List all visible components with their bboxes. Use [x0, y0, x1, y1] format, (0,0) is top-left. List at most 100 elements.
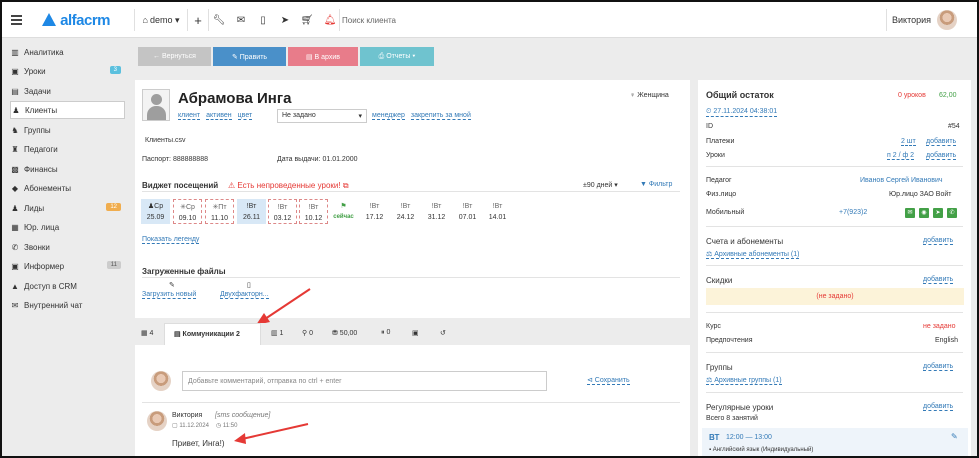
edit-button[interactable]: ✎ Править: [213, 47, 286, 66]
show-legend-link[interactable]: Показать легенду: [142, 236, 200, 244]
client-search-input[interactable]: Поиск клиента: [342, 2, 462, 38]
add-discount-link[interactable]: добавить: [923, 276, 954, 284]
sidebar-item-teachers[interactable]: ♜ Педагоги: [10, 140, 125, 158]
building-icon: ▦: [11, 222, 19, 232]
add-lesson-link[interactable]: добавить: [926, 152, 957, 160]
telegram-icon[interactable]: ➤: [276, 2, 294, 38]
bell-icon[interactable]: 🔔︎: [321, 2, 339, 38]
add-group-link[interactable]: добавить: [923, 363, 954, 371]
assign-to-me-link[interactable]: закрепить за мной: [410, 112, 471, 120]
add-account-link[interactable]: добавить: [923, 237, 954, 245]
attendance-day[interactable]: !Вт 03.12: [268, 199, 297, 224]
tab-lessons[interactable]: ▦ 4: [141, 329, 153, 337]
status-active-link[interactable]: активен: [206, 112, 232, 120]
mail-icon[interactable]: ✉: [232, 2, 250, 38]
attendance-day[interactable]: !Вт 17.12: [360, 199, 389, 224]
status-client-link[interactable]: клиент: [178, 112, 201, 120]
sidebar-item-clients[interactable]: ♟ Клиенты: [10, 101, 125, 119]
sidebar-item-groups[interactable]: ♞ Группы: [10, 121, 125, 139]
mobile-icon[interactable]: ▯: [254, 2, 272, 38]
tab-tasks[interactable]: ⚲ 0: [302, 329, 313, 337]
sidebar-item-tasks[interactable]: ▤ Задачи: [10, 82, 125, 100]
user-menu[interactable]: Виктория: [892, 2, 972, 38]
tab-history[interactable]: ↺: [440, 329, 446, 337]
attendance-day[interactable]: ♟Ср 25.09: [141, 199, 170, 224]
period-select[interactable]: ±90 дней ▾: [583, 181, 618, 189]
upload-file-link[interactable]: Загрузить новый: [142, 291, 197, 299]
attendance-day[interactable]: ✳Ср 09.10: [173, 199, 202, 224]
issue-date: Дата выдачи: 01.01.2000: [277, 156, 358, 163]
preferences-label: Предпочтения: [706, 337, 753, 344]
save-comment-link[interactable]: ⊲ Сохранить: [587, 376, 630, 385]
logo[interactable]: alfacrm: [40, 2, 110, 38]
regular-lesson-item[interactable]: ВТ 12:00 — 13:00 ✎ ▪ Английский язык (Ин…: [702, 428, 968, 456]
paperclip-icon: ✎: [169, 282, 175, 289]
payments-label: Платежи: [706, 138, 735, 145]
attendance-day[interactable]: !Вт 07.01: [453, 199, 482, 224]
tab-communications[interactable]: ▤ Коммуникации 2: [164, 323, 261, 346]
divider: [142, 402, 680, 403]
sidebar-item-calls[interactable]: ✆ Звонки: [10, 238, 125, 256]
tab-documents[interactable]: ▥ 1: [271, 329, 283, 337]
tab-payments[interactable]: ⛃ 50,00: [332, 329, 357, 337]
plus-icon[interactable]: +: [189, 2, 207, 38]
attendance-day[interactable]: !Вт 10.12: [299, 199, 328, 224]
file-icon: ▯: [247, 282, 251, 289]
attendance-warning[interactable]: ⚠ Есть непроведенные уроки! ⧉: [228, 181, 349, 191]
tab-pauses[interactable]: ⏸ 0: [381, 329, 390, 337]
tab-media[interactable]: ▣: [412, 329, 419, 337]
client-avatar[interactable]: [142, 89, 170, 121]
sidebar-item-crm-access[interactable]: ▲ Доступ в CRM: [10, 277, 125, 295]
sidebar-item-internal-chat[interactable]: ✉ Внутренний чат: [10, 296, 125, 314]
teacher-link[interactable]: Иванов Сергей Иванович: [860, 177, 943, 184]
lessons-count-link[interactable]: п 2 / ф 2: [887, 152, 915, 160]
telegram-icon[interactable]: ➤: [933, 208, 943, 218]
wrench-icon[interactable]: 🔧︎: [210, 2, 228, 38]
lessons-left: 0 уроков: [898, 92, 926, 99]
payments-count-link[interactable]: 2 шт: [901, 138, 916, 146]
divider: [208, 9, 209, 31]
created-date-link[interactable]: ⏲ 27.11.2024 04:38:01: [706, 108, 778, 117]
sidebar-item-leads[interactable]: ♟ Лиды 12: [10, 199, 125, 217]
add-payment-link[interactable]: добавить: [926, 138, 957, 146]
attendance-day[interactable]: !Вт 31.12: [422, 199, 451, 224]
add-regular-lesson-link[interactable]: добавить: [923, 403, 954, 411]
regular-time: 12:00 — 13:00: [726, 434, 772, 441]
attendance-day[interactable]: !Вт 26.11: [237, 199, 266, 224]
tasks-icon: ▤: [11, 86, 19, 96]
branch-select[interactable]: ⌂ demo ▾: [139, 2, 183, 38]
menu-icon[interactable]: [6, 2, 26, 38]
sms-icon[interactable]: ✉: [905, 208, 915, 218]
mobile-link[interactable]: +7(923)2: [839, 209, 867, 216]
sidebar-item-informer[interactable]: ▣ Информер 11: [10, 257, 125, 275]
edit-icon[interactable]: ✎: [951, 432, 958, 441]
discounts-empty: (не задано): [706, 288, 964, 305]
lessons-label: Уроки: [706, 152, 725, 159]
leads-icon: ♟: [11, 203, 19, 213]
back-button[interactable]: ← Вернуться: [138, 47, 211, 66]
comment-input[interactable]: Добавьте комментарий, отправка по ctrl +…: [182, 371, 547, 391]
sidebar-item-analytics[interactable]: ▥ Аналитика: [10, 43, 125, 61]
color-link[interactable]: цвет: [237, 112, 253, 120]
attendance-day[interactable]: !Вт 24.12: [391, 199, 420, 224]
reports-button[interactable]: ⎙ Отчеты ▾: [360, 47, 434, 66]
attendance-day[interactable]: ✳Пт 11.10: [205, 199, 234, 224]
whatsapp-icon[interactable]: ◉: [919, 208, 929, 218]
archived-groups-link[interactable]: ⚖ Архивные группы (1): [706, 376, 782, 385]
manager-link[interactable]: менеджер: [372, 112, 405, 120]
sidebar-item-subscriptions[interactable]: ◆ Абонементы: [10, 179, 125, 197]
cart-icon[interactable]: 🛒︎: [298, 2, 316, 38]
sidebar-item-lessons[interactable]: ▣ Уроки 3: [10, 62, 125, 80]
phone-icon[interactable]: ✆: [947, 208, 957, 218]
archive-button[interactable]: ▤ В архив: [288, 47, 358, 66]
sidebar-item-finance[interactable]: ▩ Финансы: [10, 160, 125, 178]
message-avatar: [147, 411, 167, 431]
archived-subscriptions-link[interactable]: ⚖ Архивные абонементы (1): [706, 250, 800, 259]
manager-select[interactable]: Не задано ▾: [277, 109, 367, 123]
sidebar-item-legal-entities[interactable]: ▦ Юр. лица: [10, 218, 125, 236]
filter-button[interactable]: ▼ Фильтр: [640, 181, 672, 188]
course-value[interactable]: не задано: [923, 323, 956, 330]
attendance-day[interactable]: !Вт 14.01: [483, 199, 512, 224]
user-icon: ♟: [12, 105, 20, 115]
accounts-title: Счета и абонементы: [706, 237, 784, 246]
